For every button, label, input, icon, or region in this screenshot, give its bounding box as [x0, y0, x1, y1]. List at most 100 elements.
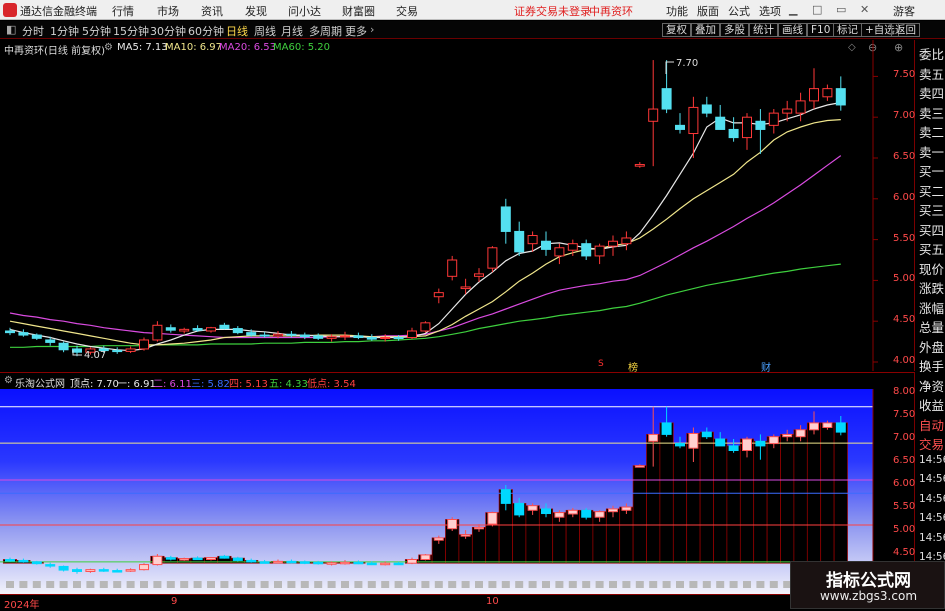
menu-item-formula[interactable]: 公式: [728, 3, 750, 19]
sidebar-item[interactable]: 涨幅: [919, 298, 944, 317]
period-tab-6[interactable]: 日线: [226, 23, 248, 39]
volume-block: [207, 581, 215, 588]
indicator-candle-body: [166, 558, 175, 560]
sidebar-item[interactable]: 14:56: [919, 473, 945, 485]
stair-column: [767, 437, 780, 564]
sidebar-item[interactable]: 买一: [919, 161, 944, 180]
sidebar-item[interactable]: 收益: [919, 395, 944, 414]
stats-button[interactable]: 统计: [749, 23, 778, 37]
close-icon[interactable]: ✕: [860, 3, 869, 16]
mark-button[interactable]: 标记: [833, 23, 862, 37]
period-tab-1[interactable]: 1分钟: [50, 23, 79, 39]
sidebar-item[interactable]: 卖一: [919, 142, 944, 161]
low-price-label: 4.07: [84, 350, 106, 361]
sidebar-item[interactable]: 卖四: [919, 83, 944, 102]
candle-body: [46, 340, 55, 342]
indicator-candle-body: [729, 446, 738, 451]
sidebar-item[interactable]: 14:56: [919, 512, 945, 524]
volume-block: [46, 581, 54, 588]
sidebar-item[interactable]: 买三: [919, 200, 944, 219]
period-tab-9[interactable]: 多周期: [309, 23, 342, 39]
date-label-sep: 9: [171, 596, 177, 607]
period-tab-5[interactable]: 60分钟: [188, 23, 224, 39]
menu-item-layout[interactable]: 版面: [697, 3, 719, 19]
guest-label[interactable]: 游客: [893, 3, 915, 19]
indicator-candle-body: [300, 562, 309, 564]
indicator-pane[interactable]: ⚙ 乐淘公式网 顶点: 7.70 一: 6.91 二: 6.11 三: 5.82…: [0, 372, 915, 594]
candle-body: [729, 129, 738, 137]
f10-button[interactable]: F10: [807, 23, 834, 37]
price-chart[interactable]: [0, 40, 914, 371]
menu-item-discover[interactable]: 发现: [245, 3, 267, 19]
sidebar-item[interactable]: 卖五: [919, 64, 944, 83]
period-tab-8[interactable]: 月线: [281, 23, 303, 39]
back-button[interactable]: 返回: [891, 23, 920, 37]
sidebar-item[interactable]: 买二: [919, 181, 944, 200]
volume-block: [689, 581, 697, 588]
menu-item-trade[interactable]: 交易: [396, 3, 418, 19]
minimize-icon[interactable]: ▁: [789, 3, 797, 16]
menu-item-news[interactable]: 资讯: [201, 3, 223, 19]
volume-block: [596, 581, 604, 588]
sidebar-item[interactable]: 换手: [919, 356, 944, 375]
sidebar-item[interactable]: 卖二: [919, 122, 944, 141]
menu-item-ask[interactable]: 问小达: [288, 3, 321, 19]
volume-block: [502, 581, 510, 588]
overlay-button[interactable]: 叠加: [691, 23, 720, 37]
sidebar-item[interactable]: 现价: [919, 259, 944, 278]
indicator-candle-body: [836, 423, 845, 432]
restore-icon[interactable]: ▭: [836, 3, 846, 16]
volume-block: [649, 581, 657, 588]
sidebar-item[interactable]: 14:56: [919, 454, 945, 466]
period-tab-7[interactable]: 周线: [254, 23, 276, 39]
date-axis: 2024年 9 10: [0, 594, 915, 609]
indicator-chart[interactable]: [0, 389, 914, 595]
sidebar-item[interactable]: 买四: [919, 220, 944, 239]
menu-item-wealth[interactable]: 财富圈: [342, 3, 375, 19]
indicator-candle-body: [810, 423, 819, 430]
period-tab-more[interactable]: 更多: [345, 23, 367, 39]
candle-body: [769, 113, 778, 125]
sidebar-item[interactable]: 自动: [919, 415, 944, 434]
sidebar-item[interactable]: 委比: [919, 44, 944, 63]
sidebar-item[interactable]: 14:56: [919, 532, 945, 544]
level-two-label: 二: 6.11: [153, 375, 192, 390]
multi-stock-button[interactable]: 多股: [720, 23, 749, 37]
more-chevron-icon[interactable]: ›: [370, 23, 374, 36]
indicator-candle-body: [327, 563, 336, 565]
period-tab-2[interactable]: 5分钟: [82, 23, 111, 39]
candle-body: [662, 89, 671, 109]
sidebar-item[interactable]: 总量: [919, 317, 944, 336]
sidebar-item[interactable]: 净资: [919, 376, 944, 395]
collapse-icon[interactable]: ◧: [6, 23, 16, 36]
menu-item-options[interactable]: 选项: [759, 3, 781, 19]
sidebar-item[interactable]: 14:56: [919, 493, 945, 505]
indicator-settings-icon[interactable]: ⚙: [4, 375, 13, 386]
login-alert[interactable]: 证券交易未登录: [514, 3, 591, 19]
sidebar-item[interactable]: 涨跌: [919, 278, 944, 297]
menu-item-market[interactable]: 市场: [157, 3, 179, 19]
adjust-button[interactable]: 复权: [662, 23, 691, 37]
indicator-candle-body: [756, 441, 765, 446]
period-tab-3[interactable]: 15分钟: [113, 23, 149, 39]
indicator-axis-label: 7.50: [893, 409, 915, 420]
sidebar-item[interactable]: 外盘: [919, 337, 944, 356]
sidebar-item[interactable]: 卖三: [919, 103, 944, 122]
main-chart-pane[interactable]: 中再资环(日线 前复权) ⚙ MA5: 7.13 MA10: 6.97 MA20…: [0, 40, 915, 371]
indicator-candle-body: [59, 566, 68, 570]
period-tab-0[interactable]: 分时: [22, 23, 44, 39]
sidebar-item[interactable]: 交易: [919, 434, 944, 453]
candle-body: [341, 336, 350, 337]
menu-item-function[interactable]: 功能: [666, 3, 688, 19]
maximize-icon[interactable]: □: [812, 3, 822, 16]
volume-block: [555, 581, 563, 588]
indicator-candle-body: [207, 558, 216, 560]
sidebar-item[interactable]: 买五: [919, 239, 944, 258]
menu-item-quotes[interactable]: 行情: [112, 3, 134, 19]
volume-block: [60, 581, 68, 588]
period-tab-4[interactable]: 30分钟: [150, 23, 186, 39]
draw-button[interactable]: 画线: [778, 23, 807, 37]
volume-block: [33, 581, 41, 588]
period-toolbar: ◧ 分时 1分钟 5分钟 15分钟 30分钟 60分钟 日线 周线 月线 多周期…: [0, 21, 945, 39]
candle-body: [300, 335, 309, 337]
